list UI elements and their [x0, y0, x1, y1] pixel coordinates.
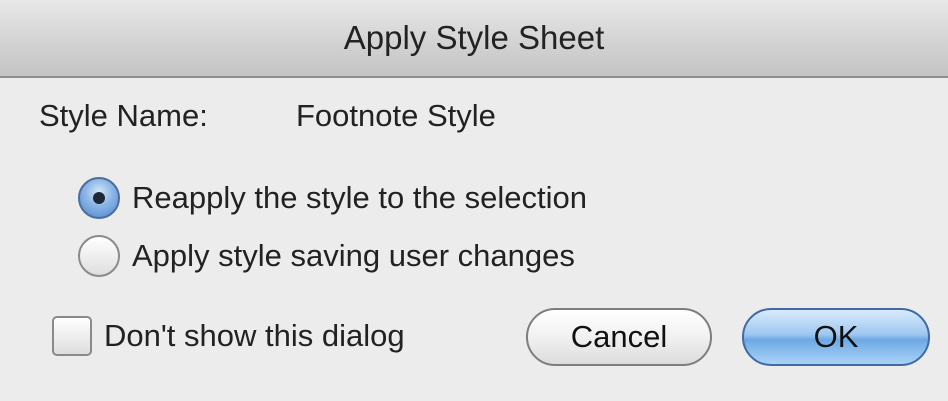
title-bar[interactable]: Apply Style Sheet [0, 0, 948, 78]
reapply-style-label: Reapply the style to the selection [132, 180, 587, 215]
ok-button[interactable]: OK [742, 308, 930, 366]
apply-style-sheet-dialog: Apply Style Sheet Style Name: Footnote S… [0, 0, 948, 401]
apply-saving-changes-option[interactable]: Apply style saving user changes [78, 230, 575, 282]
cancel-button[interactable]: Cancel [526, 308, 712, 366]
style-name-label: Style Name: [39, 98, 208, 133]
apply-saving-changes-label: Apply style saving user changes [132, 238, 575, 273]
radio-selected-icon[interactable] [78, 177, 120, 219]
radio-dot [93, 192, 105, 204]
reapply-style-option[interactable]: Reapply the style to the selection [78, 172, 587, 224]
style-name-value: Footnote Style [296, 98, 496, 133]
checkbox-unchecked-icon[interactable] [52, 316, 92, 356]
dont-show-dialog-label: Don't show this dialog [104, 318, 405, 353]
dont-show-dialog-option[interactable]: Don't show this dialog [52, 312, 405, 360]
radio-unselected-icon[interactable] [78, 235, 120, 277]
dialog-title: Apply Style Sheet [343, 19, 605, 56]
